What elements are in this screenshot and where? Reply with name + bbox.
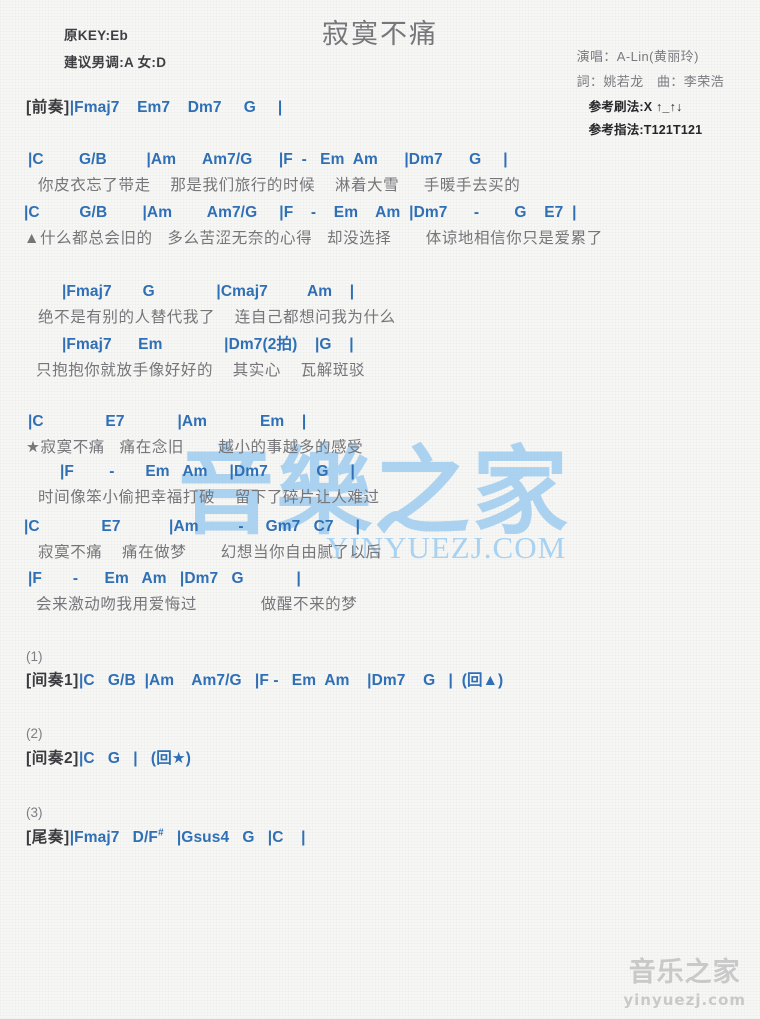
outro-chords-suffix: |Gsus4 G |C |: [163, 829, 306, 846]
prechorus-lyrics-row1: 绝不是有别的人替代我了 连自己都想问我为什么: [38, 309, 396, 326]
writers-credit: 詞：姚若龙 曲：李荣浩: [576, 74, 724, 89]
chorus-chords-row4: |F - Em Am |Dm7 G |: [28, 570, 301, 587]
interlude2-line: [间奏2]|C G | (回★): [26, 751, 191, 767]
verse1-lyrics-row2: ▲什么都总会旧的 多么苦涩无奈的心得 却没选择 体谅地相信你只是爱累了: [24, 230, 603, 247]
outro-number: (3): [26, 805, 43, 820]
chorus-lyrics-row2: 时间像笨小偷把幸福打破 留下了碎片让人难过: [38, 489, 380, 506]
bottom-watermark-cn: 音乐之家: [628, 957, 741, 988]
original-key: 原KEY:Eb: [64, 28, 129, 43]
interlude2-label: [间奏2]: [26, 750, 79, 767]
chorus-chords-row2: |F - Em Am |Dm7 G |: [60, 463, 355, 480]
interlude2-chords: |C G | (回★): [78, 750, 192, 767]
verse1-chords-row2: |C G/B |Am Am7/G |F - Em Am |Dm7 - G E7 …: [24, 204, 577, 221]
chorus-lyrics-row1: ★寂寞不痛 痛在念旧 越小的事越多的感受: [26, 439, 364, 456]
chorus-chords-row3: |C E7 |Am - Gm7 C7 |: [24, 518, 361, 535]
singer-credit: 演唱：A-Lin(黄丽玲): [576, 49, 699, 64]
outro-chords-prefix: |Fmaj7 D/F: [69, 829, 158, 846]
prechorus-chords-row2: |Fmaj7 Em |Dm7(2拍) |G |: [62, 336, 354, 353]
strumming-pattern: 参考刷法:X ↑_↑↓: [588, 100, 683, 114]
suggested-key: 建议男调:A 女:D: [64, 55, 167, 70]
interlude1-chords: |C G/B |Am Am7/G |F - Em Am |Dm7 G | (回▲…: [78, 672, 504, 689]
credits-block: 演唱：A-Lin(黄丽玲) 詞：姚若龙 曲：李荣浩 参考刷法:X ↑_↑↓ 参考…: [577, 46, 724, 142]
prechorus-chords-row1: |Fmaj7 G |Cmaj7 Am |: [62, 283, 355, 300]
interlude2-number: (2): [26, 726, 43, 741]
chorus-chords-row1: |C E7 |Am Em |: [28, 413, 307, 430]
intro-label: [前奏]: [26, 99, 70, 116]
intro-line: [前奏]|Fmaj7 Em7 Dm7 G |: [26, 100, 282, 116]
outro-label: [尾奏]: [26, 829, 70, 846]
intro-chords: |Fmaj7 Em7 Dm7 G |: [69, 99, 283, 116]
verse1-chords-row1: |C G/B |Am Am7/G |F - Em Am |Dm7 G |: [28, 151, 508, 168]
bottom-watermark-en: yinyuezj.com: [623, 991, 746, 1009]
interlude1-line: [间奏1]|C G/B |Am Am7/G |F - Em Am |Dm7 G …: [26, 673, 503, 689]
interlude1-label: [间奏1]: [26, 672, 79, 689]
fingering-pattern: 参考指法:T121T121: [588, 123, 703, 137]
bottom-watermark: 音乐之家 yinyuezj.com: [623, 950, 746, 1009]
verse1-lyrics-row1: 你皮衣忘了带走 那是我们旅行的时候 淋着大雪 手暖手去买的: [38, 177, 521, 194]
outro-line: [尾奏]|Fmaj7 D/F# |Gsus4 G |C |: [26, 828, 306, 846]
chorus-lyrics-row3: 寂寞不痛 痛在做梦 幻想当你自由腻了以后: [38, 544, 382, 561]
prechorus-lyrics-row2: 只抱抱你就放手像好好的 其实心 瓦解斑驳: [36, 362, 366, 379]
key-info-block: 原KEY:Eb 建议男调:A 女:D: [64, 24, 166, 78]
chorus-lyrics-row4: 会来激动吻我用爱悔过 做醒不来的梦: [36, 596, 358, 613]
interlude1-number: (1): [26, 649, 43, 664]
